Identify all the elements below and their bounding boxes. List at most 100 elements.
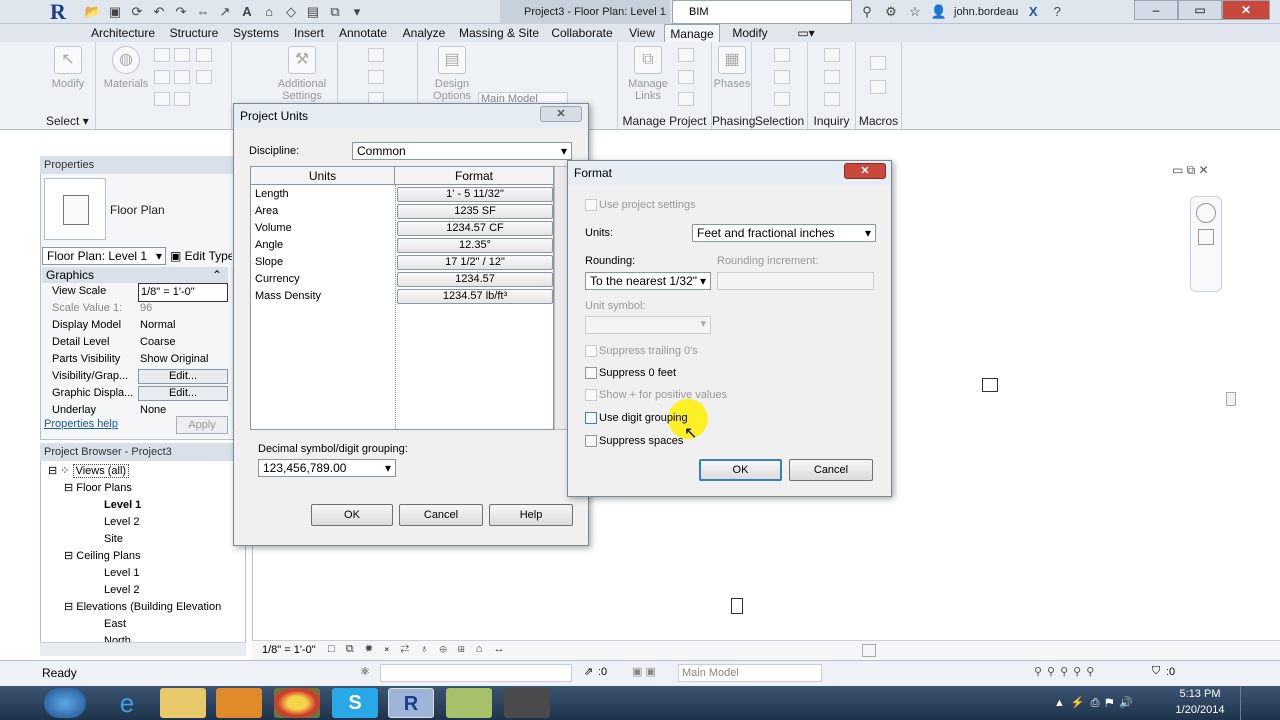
tab-massing-site[interactable]: Massing & Site bbox=[458, 24, 540, 42]
tree-item-level-2[interactable]: Level 2 bbox=[104, 514, 139, 531]
show-plus-checkbox[interactable] bbox=[585, 389, 597, 401]
modify-tool[interactable]: ↖ Modify bbox=[48, 46, 88, 90]
save-selection-icon[interactable] bbox=[774, 48, 790, 62]
tree-item-ceiling-level-2[interactable]: Level 2 bbox=[104, 582, 139, 599]
save-icon[interactable]: ▣ bbox=[106, 3, 124, 21]
prop-row-display-model[interactable]: Display Model Normal bbox=[42, 317, 228, 334]
graphics-section-header[interactable]: Graphics ⌃ bbox=[42, 267, 228, 283]
project-units-ok-button[interactable]: OK bbox=[311, 504, 393, 526]
undo-icon[interactable]: ↶ bbox=[150, 3, 168, 21]
help-icon[interactable]: ? bbox=[1048, 3, 1066, 21]
redo-icon[interactable]: ↷ bbox=[172, 3, 190, 21]
edit-type-button[interactable]: ▣ Edit Type bbox=[170, 247, 232, 265]
visibility-edit-button[interactable]: Edit... bbox=[138, 369, 228, 384]
use-project-settings-checkbox[interactable] bbox=[585, 199, 597, 211]
additional-settings-tool[interactable]: ⚒ Additional Settings bbox=[272, 46, 332, 102]
decimal-symbol-select[interactable]: 123,456,789.00 ▾ bbox=[258, 459, 396, 477]
global-params-icon[interactable] bbox=[174, 92, 190, 106]
macro-security-icon[interactable] bbox=[870, 80, 886, 94]
format-ok-button[interactable]: OK bbox=[699, 459, 782, 481]
units-table-scrollbar[interactable] bbox=[554, 166, 568, 430]
prop-row-detail-level[interactable]: Detail Level Coarse bbox=[42, 334, 228, 351]
selection-filter-icons[interactable]: ⚲⚲⚲⚲⚲ bbox=[1034, 665, 1099, 678]
elevation-marker-icon[interactable] bbox=[982, 378, 998, 392]
format-cancel-button[interactable]: Cancel bbox=[789, 459, 873, 481]
materials-tool[interactable]: ◍ Materials bbox=[100, 46, 152, 90]
zoom-icon[interactable] bbox=[1198, 229, 1214, 245]
tree-item-site[interactable]: Site bbox=[104, 531, 123, 548]
close-hidden-icon[interactable]: ⧉ bbox=[326, 3, 344, 21]
select-by-id-icon[interactable] bbox=[824, 70, 840, 84]
format-close-button[interactable]: ✕ bbox=[844, 163, 886, 179]
text-icon[interactable]: A bbox=[238, 3, 256, 21]
section-icon[interactable]: ◇ bbox=[282, 3, 300, 21]
shared-parameters-icon[interactable] bbox=[154, 92, 170, 106]
tab-analyze[interactable]: Analyze bbox=[398, 24, 450, 42]
internet-explorer-icon[interactable]: e bbox=[104, 688, 150, 718]
revit-logo-icon[interactable]: R bbox=[38, 0, 78, 24]
ids-selection-icon[interactable] bbox=[824, 48, 840, 62]
tab-view[interactable]: View bbox=[624, 24, 660, 42]
snaps-icon[interactable] bbox=[174, 48, 190, 62]
transfer-standards-icon[interactable] bbox=[196, 48, 212, 62]
units-select[interactable]: Feet and fractional inches ▾ bbox=[692, 224, 876, 242]
prop-row-view-scale[interactable]: View Scale 1/8" = 1'-0" bbox=[42, 283, 228, 302]
length-format-button[interactable]: 1' - 5 11/32" bbox=[397, 187, 553, 202]
suppress-zero-feet-checkbox[interactable] bbox=[585, 367, 597, 379]
coordinates-icon[interactable] bbox=[368, 70, 384, 84]
maximize-button[interactable]: ▭ bbox=[1178, 0, 1222, 20]
filter-icon[interactable]: ⛉ bbox=[1152, 665, 1160, 678]
clock-time[interactable]: 5:13 PM bbox=[1172, 688, 1228, 700]
purge-icon[interactable] bbox=[196, 70, 212, 84]
macro-manager-icon[interactable] bbox=[870, 56, 886, 70]
thin-lines-icon[interactable]: ▤ bbox=[304, 3, 322, 21]
media-player-icon[interactable] bbox=[216, 688, 262, 718]
warnings-icon[interactable] bbox=[824, 92, 840, 106]
design-options-tool[interactable]: ▤ Design Options bbox=[432, 46, 472, 102]
tab-modify[interactable]: Modify bbox=[726, 24, 774, 42]
file-explorer-icon[interactable] bbox=[160, 688, 206, 718]
project-units-cancel-button[interactable]: Cancel bbox=[399, 504, 483, 526]
load-selection-icon[interactable] bbox=[774, 70, 790, 84]
tab-systems[interactable]: Systems bbox=[230, 24, 282, 42]
use-digit-grouping-checkbox[interactable] bbox=[585, 412, 597, 424]
tab-structure[interactable]: Structure bbox=[166, 24, 222, 42]
exchange-icon[interactable]: X bbox=[1024, 3, 1042, 21]
view-scale-control[interactable]: 1/8" = 1'-0" bbox=[262, 644, 316, 656]
qat-dropdown-icon[interactable]: ▾ bbox=[348, 3, 366, 21]
project-units-help-button[interactable]: Help bbox=[489, 504, 573, 526]
prop-row-parts-visibility[interactable]: Parts Visibility Show Original bbox=[42, 351, 228, 368]
hscroll-thumb[interactable] bbox=[862, 644, 876, 657]
tree-node-floor-plans[interactable]: ⊟ Floor Plans bbox=[64, 480, 132, 497]
import-icon[interactable] bbox=[678, 48, 694, 62]
notes-app-icon[interactable] bbox=[446, 688, 492, 718]
binoculars-icon[interactable]: ⚲ bbox=[858, 3, 876, 21]
skype-icon[interactable]: S bbox=[332, 688, 378, 718]
mass-density-format-button[interactable]: 1234.57 lb/ft³ bbox=[397, 289, 553, 304]
starting-view-icon[interactable] bbox=[678, 92, 694, 106]
open-icon[interactable]: 📂 bbox=[84, 3, 102, 21]
group-label-select[interactable]: Select ▾ bbox=[40, 114, 95, 128]
project-info-icon[interactable] bbox=[154, 70, 170, 84]
properties-help-link[interactable]: Properties help bbox=[44, 418, 118, 430]
dimension-icon[interactable]: ↗ bbox=[216, 3, 234, 21]
revit-taskbar-icon[interactable]: R bbox=[388, 688, 434, 718]
design-options-status-icon[interactable]: ▣ ▣ bbox=[632, 665, 656, 678]
show-desktop-button[interactable] bbox=[1240, 686, 1280, 720]
tab-insert[interactable]: Insert bbox=[290, 24, 328, 42]
tree-item-level-1[interactable]: Level 1 bbox=[104, 497, 141, 514]
star-icon[interactable]: ☆ bbox=[906, 3, 924, 21]
sync-icon[interactable]: ⟳ bbox=[128, 3, 146, 21]
browser-hscrollbar[interactable] bbox=[40, 642, 246, 656]
camtasia-icon[interactable] bbox=[504, 688, 550, 718]
editing-requests-icon[interactable]: ⇗ bbox=[584, 665, 593, 678]
instance-filter-select[interactable]: Floor Plan: Level 1 ▾ bbox=[42, 247, 166, 265]
phases-tool[interactable]: ▦ Phases bbox=[712, 46, 752, 90]
minimize-button[interactable]: – bbox=[1134, 0, 1178, 20]
manage-links-tool[interactable]: ⧉ Manage Links bbox=[628, 46, 668, 102]
steering-wheel-icon[interactable] bbox=[1196, 203, 1216, 223]
suppress-spaces-checkbox[interactable] bbox=[585, 435, 597, 447]
navigation-bar[interactable] bbox=[1190, 196, 1222, 292]
project-parameters-icon[interactable] bbox=[174, 70, 190, 84]
measure-icon[interactable]: ⇔ bbox=[194, 3, 212, 21]
